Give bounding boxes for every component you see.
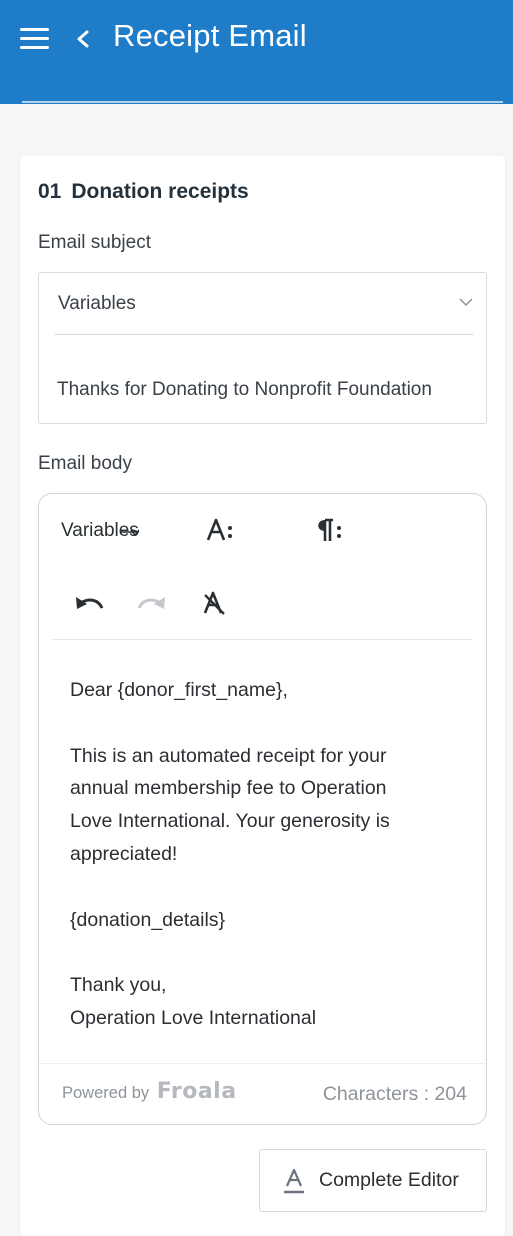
- body-line: appreciated!: [70, 842, 178, 865]
- text-format-icon: [284, 1168, 304, 1194]
- back-button[interactable]: [72, 24, 96, 54]
- clear-formatting-button[interactable]: [201, 588, 231, 618]
- chevron-down-icon: [459, 298, 473, 307]
- variables-select[interactable]: Variables: [55, 273, 473, 335]
- editor-footer-divider: [39, 1063, 486, 1064]
- powered-by-froala[interactable]: Powered by Froala: [62, 1079, 237, 1104]
- email-body-editor: Variables Dear {donor_first_name}, This …: [38, 493, 487, 1125]
- body-line: Thank you,: [70, 974, 167, 997]
- body-line: annual membership fee to Operation: [70, 777, 387, 800]
- body-line: [70, 936, 450, 969]
- undo-icon: [76, 597, 104, 609]
- font-style-button[interactable]: [206, 516, 238, 546]
- complete-editor-label: Complete Editor: [319, 1169, 459, 1191]
- body-line: [70, 707, 450, 740]
- page-title: Receipt Email: [113, 18, 307, 53]
- header-divider: [22, 101, 503, 103]
- dropdown-arrow-icon: [121, 529, 140, 537]
- body-line: [70, 871, 450, 904]
- froala-logo: Froala: [156, 1079, 237, 1104]
- paragraph-format-icon: [318, 518, 341, 541]
- email-subject-input[interactable]: Thanks for Donating to Nonprofit Foundat…: [57, 379, 469, 407]
- powered-by-label: Powered by: [62, 1084, 150, 1102]
- font-style-icon: [206, 518, 232, 541]
- chevron-left-icon: [77, 30, 89, 48]
- body-line: Operation Love International: [70, 1006, 317, 1029]
- toolbar-divider: [53, 639, 472, 640]
- paragraph-format-button[interactable]: [313, 516, 345, 546]
- hamburger-icon-line: [20, 28, 49, 31]
- variables-select-label: Variables: [58, 293, 136, 314]
- hamburger-icon-line: [20, 37, 49, 40]
- character-count: Characters : 204: [322, 1083, 467, 1105]
- menu-button[interactable]: [20, 28, 50, 50]
- clear-formatting-icon: [203, 591, 225, 615]
- app-header: Receipt Email: [0, 0, 513, 104]
- body-line: Dear {donor_first_name},: [70, 679, 288, 701]
- redo-icon: [137, 597, 165, 609]
- undo-button[interactable]: [73, 590, 105, 616]
- hamburger-icon-line: [20, 46, 49, 49]
- redo-button[interactable]: [136, 590, 168, 616]
- email-subject-label: Email subject: [38, 232, 151, 253]
- email-body-content[interactable]: Dear {donor_first_name}, This is an auto…: [70, 674, 450, 1035]
- email-subject-box: Variables Thanks for Donating to Nonprof…: [38, 272, 487, 424]
- section-number: 01: [38, 180, 62, 203]
- email-body-label: Email body: [38, 453, 132, 474]
- body-line: This is an automated receipt for your: [70, 744, 387, 767]
- receipt-card: 01 Donation receipts Email subject Variab…: [20, 156, 505, 1236]
- complete-editor-button[interactable]: Complete Editor: [259, 1149, 487, 1212]
- section-name: Donation receipts: [71, 180, 249, 203]
- variables-dropdown-button[interactable]: Variables: [61, 520, 140, 542]
- body-line: {donation_details}: [70, 908, 226, 931]
- body-line: Love International. Your generosity is: [70, 810, 390, 833]
- section-title: 01 Donation receipts: [38, 180, 249, 204]
